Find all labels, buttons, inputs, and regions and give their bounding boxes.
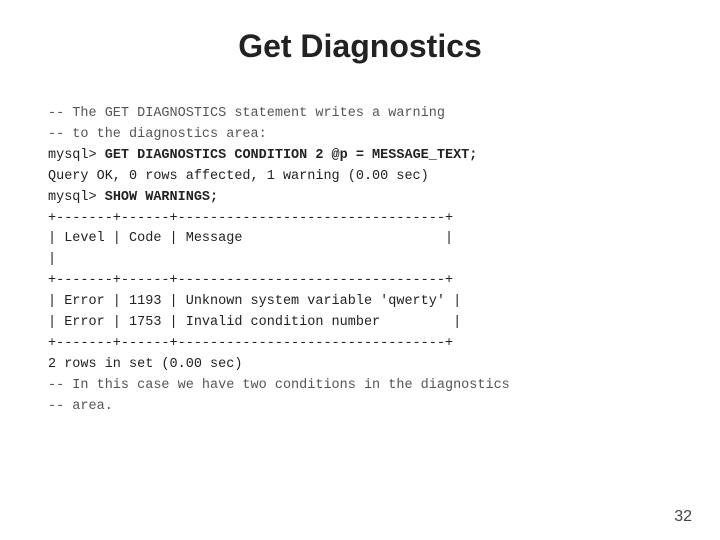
content-area: -- The GET DIAGNOSTICS statement writes … (0, 83, 720, 439)
table-divider: | (48, 252, 56, 267)
comment-line-1: -- The GET DIAGNOSTICS statement writes … (48, 106, 445, 121)
mysql-prompt-1: mysql> (48, 148, 105, 163)
mysql-prompt-2: mysql> (48, 190, 105, 205)
table-border-1: +-------+------+------------------------… (48, 211, 453, 226)
sql-statement-1: GET DIAGNOSTICS CONDITION 2 @p = MESSAGE… (105, 148, 478, 163)
comment-line-2: -- to the diagnostics area: (48, 127, 267, 142)
code-block: -- The GET DIAGNOSTICS statement writes … (48, 83, 672, 439)
table-row-1: | Error | 1193 | Unknown system variable… (48, 294, 461, 309)
page-title: Get Diagnostics (0, 0, 720, 83)
query-result-1: Query OK, 0 rows affected, 1 warning (0.… (48, 169, 429, 184)
page-number: 32 (674, 508, 692, 526)
comment-line-3: -- In this case we have two conditions i… (48, 378, 510, 393)
sql-statement-2: SHOW WARNINGS; (105, 190, 218, 205)
table-row-2: | Error | 1753 | Invalid condition numbe… (48, 315, 461, 330)
rows-in-set: 2 rows in set (0.00 sec) (48, 357, 242, 372)
comment-line-4: -- area. (48, 399, 113, 414)
table-border-2: +-------+------+------------------------… (48, 273, 453, 288)
table-border-3: +-------+------+------------------------… (48, 336, 453, 351)
table-header: | Level | Code | Message | (48, 231, 453, 246)
